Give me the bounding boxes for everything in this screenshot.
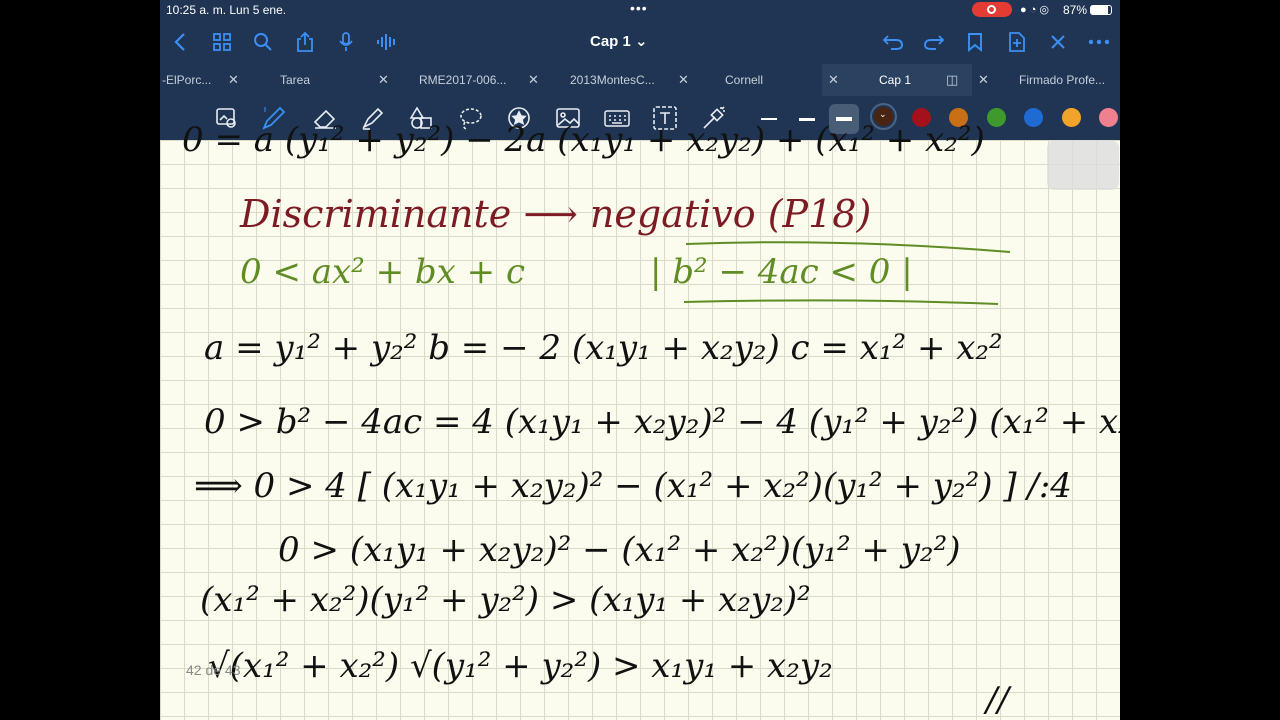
tab-cap-1[interactable]: ✕ Cap 1 ◫ (822, 64, 972, 96)
close-tab-icon[interactable]: ✕ (228, 72, 239, 88)
wifi-icon: ● ◔ ◎ (1020, 4, 1049, 16)
ipad-screen: 10:25 a. m. Lun 5 ene. ••• ● ◔ ◎ 87% Cap… (160, 0, 1120, 720)
grid-view-icon[interactable] (210, 30, 234, 54)
condition-box-lines (683, 241, 1011, 305)
tab-cornell[interactable]: Cornell (700, 64, 822, 96)
microphone-icon[interactable] (334, 30, 358, 54)
more-options-icon[interactable] (1087, 30, 1111, 54)
color-swatch-yellow[interactable] (1062, 108, 1081, 127)
handwritten-heading: Discriminante ⟶ negativo (P18) (240, 192, 872, 236)
handwritten-inequality-2: ⟹ 0 > 4 [ (x₁y₁ + x₂y₂)² − (x₁² + x₂²)(y… (194, 466, 1072, 506)
status-time: 10:25 a. m. Lun 5 ene. (166, 3, 287, 17)
close-tab-icon[interactable]: ✕ (528, 72, 539, 88)
close-icon[interactable] (1046, 30, 1070, 54)
handwritten-inequality-5: √(x₁² + x₂²) √(y₁² + y₂²) > x₁y₁ + x₂y₂ (208, 646, 833, 686)
tab-rme2017[interactable]: RME2017-006... ✕ (400, 64, 550, 96)
document-tabs: -ElPorc... ✕ Tarea ✕ RME2017-006... ✕ 20… (160, 64, 1120, 96)
color-swatch-blue[interactable] (1024, 108, 1043, 127)
top-toolbar: Cap 1 ⌄ (160, 20, 1120, 64)
handwritten-inequality-3: 0 > (x₁y₁ + x₂y₂)² − (x₁² + x₂²)(y₁² + y… (278, 530, 961, 570)
share-icon[interactable] (293, 30, 317, 54)
close-tab-icon[interactable]: ✕ (828, 72, 839, 88)
handwritten-inequality-4: (x₁² + x₂²)(y₁² + y₂²) > (x₁y₁ + x₂y₂)² (200, 580, 811, 620)
tab-2013montes[interactable]: 2013MontesC... ✕ (550, 64, 700, 96)
tab-tarea[interactable]: Tarea ✕ (250, 64, 400, 96)
multitask-dots-icon[interactable]: ••• (630, 0, 648, 16)
screen-recording-icon[interactable] (972, 2, 1012, 17)
battery-icon (1090, 5, 1112, 15)
close-tab-icon[interactable]: ✕ (378, 72, 389, 88)
battery-percent: 87% (1063, 3, 1088, 17)
scroll-thumb[interactable] (1047, 140, 1119, 190)
handwritten-quadratic: 0 < ax² + bx + c (240, 252, 525, 292)
handwritten-end-mark: // (986, 680, 1009, 720)
bookmark-icon[interactable] (963, 30, 987, 54)
audio-waveform-icon[interactable] (375, 30, 399, 54)
page-indicator: 42 de 43 (186, 662, 241, 678)
close-tab-icon[interactable]: ✕ (678, 72, 689, 88)
color-swatch-green[interactable] (987, 108, 1006, 127)
split-view-icon[interactable]: ◫ (946, 72, 958, 88)
document-title[interactable]: Cap 1 ⌄ (590, 32, 648, 50)
undo-icon[interactable] (881, 30, 905, 54)
back-icon[interactable] (168, 30, 192, 54)
status-bar: 10:25 a. m. Lun 5 ene. ••• ● ◔ ◎ 87% (160, 0, 1120, 20)
handwritten-line: 0 = a (y₁² + y₂²) − 2a (x₁y₁ + x₂y₂) + (… (182, 120, 985, 160)
add-page-icon[interactable] (1005, 30, 1029, 54)
tab-elporc[interactable]: -ElPorc... ✕ (160, 64, 250, 96)
handwritten-coefficients: a = y₁² + y₂² b = − 2 (x₁y₁ + x₂y₂) c = … (204, 328, 1003, 368)
close-tab-icon[interactable]: ✕ (978, 72, 989, 88)
search-icon[interactable] (251, 30, 275, 54)
color-swatch-pink[interactable] (1099, 108, 1118, 127)
tab-firmado[interactable]: ✕ Firmado Profe... (972, 64, 1120, 96)
handwritten-inequality-1: 0 > b² − 4ac = 4 (x₁y₁ + x₂y₂)² − 4 (y₁²… (204, 402, 1120, 442)
notebook-page[interactable]: 0 = a (y₁² + y₂²) − 2a (x₁y₁ + x₂y₂) + (… (160, 120, 1120, 720)
redo-icon[interactable] (922, 30, 946, 54)
